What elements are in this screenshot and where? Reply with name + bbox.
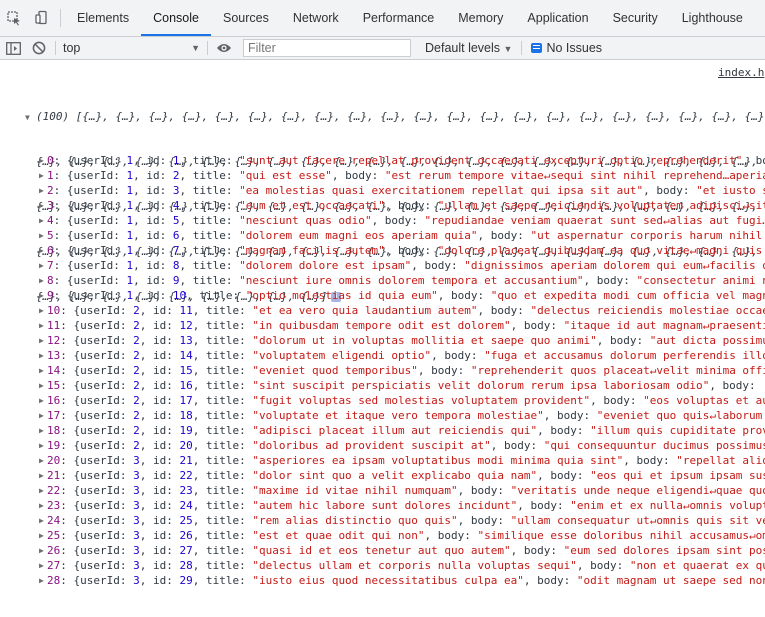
row-text: 25: {userId: 3, id: 26, title: "est et q… xyxy=(47,529,765,542)
toolbar-separator xyxy=(207,41,208,55)
row-text: 22: {userId: 3, id: 23, title: "maxime i… xyxy=(47,484,765,497)
expand-arrow-icon[interactable]: ▶ xyxy=(39,198,44,213)
expand-arrow-icon[interactable]: ▶ xyxy=(39,543,44,558)
issues-label: No Issues xyxy=(546,41,603,55)
expand-arrow-icon[interactable]: ▶ xyxy=(39,408,44,423)
expand-arrow-icon[interactable]: ▶ xyxy=(39,228,44,243)
clear-console-icon[interactable] xyxy=(26,37,52,59)
expand-arrow-icon[interactable]: ▶ xyxy=(39,363,44,378)
tab-console[interactable]: Console xyxy=(141,0,211,36)
eye-icon[interactable] xyxy=(211,37,237,59)
row-text: 5: {userId: 1, id: 6, title: "dolorem eu… xyxy=(47,229,763,242)
tab-memory[interactable]: Memory xyxy=(446,0,515,36)
console-toolbar: top ▼ Filter Default levels ▼ No Issues xyxy=(0,37,765,60)
expand-arrow-icon[interactable]: ▶ xyxy=(39,558,44,573)
chevron-down-icon: ▼ xyxy=(503,44,513,54)
tab-lighthouse[interactable]: Lighthouse xyxy=(670,0,755,36)
expand-arrow-icon[interactable]: ▶ xyxy=(39,333,44,348)
row-text: 23: {userId: 3, id: 24, title: "autem hi… xyxy=(47,499,765,512)
row-text: 27: {userId: 3, id: 28, title: "delectus… xyxy=(47,559,765,572)
row-text: 20: {userId: 3, id: 21, title: "asperior… xyxy=(47,454,765,467)
row-text: 15: {userId: 2, id: 16, title: "sint sus… xyxy=(47,379,763,392)
inspect-element-icon[interactable] xyxy=(0,0,28,36)
row-text: 3: {userId: 1, id: 4, title: "eum et est… xyxy=(47,199,765,212)
context-label: top xyxy=(63,41,81,55)
row-text: 17: {userId: 2, id: 18, title: "voluptat… xyxy=(47,409,763,422)
expand-arrow-icon[interactable]: ▶ xyxy=(39,468,44,483)
expand-arrow-icon[interactable]: ▶ xyxy=(39,168,44,183)
row-text: 16: {userId: 2, id: 17, title: "fugit vo… xyxy=(47,394,765,407)
toolbar-separator xyxy=(55,41,56,55)
row-text: 6: {userId: 1, id: 7, title: "magnam fac… xyxy=(47,244,763,257)
device-toolbar-icon[interactable] xyxy=(28,0,56,36)
expand-arrow-icon[interactable]: ▶ xyxy=(39,153,44,168)
expand-arrow-icon[interactable]: ▶ xyxy=(39,183,44,198)
row-text: 10: {userId: 2, id: 11, title: "et ea ve… xyxy=(47,304,765,317)
expand-arrow-icon[interactable]: ▶ xyxy=(39,423,44,438)
summary-line: (100) [{…}, {…}, {…}, {…}, {…}, {…}, {…}… xyxy=(36,110,765,123)
expand-arrow-icon[interactable]: ▶ xyxy=(39,453,44,468)
expand-arrow-icon[interactable]: ▶ xyxy=(39,258,44,273)
row-text: 18: {userId: 2, id: 19, title: "adipisci… xyxy=(47,424,765,437)
row-text: 7: {userId: 1, id: 8, title: "dolorem do… xyxy=(47,259,765,272)
tab-elements[interactable]: Elements xyxy=(65,0,141,36)
row-text: 24: {userId: 3, id: 25, title: "rem alia… xyxy=(47,514,765,527)
expand-arrow-icon[interactable]: ▼ xyxy=(25,110,30,125)
row-text: 9: {userId: 1, id: 10, title: "optio mol… xyxy=(47,289,765,302)
tab-network[interactable]: Network xyxy=(281,0,351,36)
row-text: 13: {userId: 2, id: 14, title: "voluptat… xyxy=(47,349,765,362)
expand-arrow-icon[interactable]: ▶ xyxy=(39,528,44,543)
expand-arrow-icon[interactable]: ▶ xyxy=(39,573,44,588)
issues-button[interactable]: No Issues xyxy=(525,41,608,55)
expand-arrow-icon[interactable]: ▶ xyxy=(39,273,44,288)
row-text: 0: {userId: 1, id: 1, title: "sunt aut f… xyxy=(47,154,765,167)
expand-arrow-icon[interactable]: ▶ xyxy=(39,498,44,513)
row-text: 1: {userId: 1, id: 2, title: "qui est es… xyxy=(47,169,765,182)
tab-sources[interactable]: Sources xyxy=(211,0,281,36)
row-text: 4: {userId: 1, id: 5, title: "nesciunt q… xyxy=(47,214,765,227)
expand-arrow-icon[interactable]: ▶ xyxy=(39,303,44,318)
row-text: 19: {userId: 2, id: 20, title: "doloribu… xyxy=(47,439,765,452)
row-text: 2: {userId: 1, id: 3, title: "ea molesti… xyxy=(47,184,765,197)
row-text: 11: {userId: 2, id: 12, title: "in quibu… xyxy=(47,319,765,332)
chevron-down-icon: ▼ xyxy=(191,43,200,53)
sidebar-toggle-icon[interactable] xyxy=(0,37,26,59)
tab-security[interactable]: Security xyxy=(601,0,670,36)
expand-arrow-icon[interactable]: ▶ xyxy=(39,213,44,228)
devtools-tabbar: Elements Console Sources Network Perform… xyxy=(0,0,765,37)
expand-arrow-icon[interactable]: ▶ xyxy=(39,378,44,393)
expand-arrow-icon[interactable]: ▶ xyxy=(39,513,44,528)
expand-arrow-icon[interactable]: ▶ xyxy=(39,393,44,408)
expand-arrow-icon[interactable]: ▶ xyxy=(39,318,44,333)
row-text: 8: {userId: 1, id: 9, title: "nesciunt i… xyxy=(47,274,765,287)
context-selector[interactable]: top ▼ xyxy=(59,41,204,55)
source-link[interactable]: index.h xyxy=(718,65,764,80)
row-text: 14: {userId: 2, id: 15, title: "eveniet … xyxy=(47,364,765,377)
expand-arrow-icon[interactable]: ▶ xyxy=(39,438,44,453)
expand-arrow-icon[interactable]: ▶ xyxy=(39,243,44,258)
toolbar-separator xyxy=(521,41,523,55)
row-text: 21: {userId: 3, id: 22, title: "dolor si… xyxy=(47,469,765,482)
issues-icon xyxy=(531,43,543,53)
row-text: 12: {userId: 2, id: 13, title: "dolorum … xyxy=(47,334,765,347)
log-levels-label: Default levels xyxy=(425,41,501,55)
row-text: 26: {userId: 3, id: 27, title: "quasi id… xyxy=(47,544,765,557)
expand-arrow-icon[interactable]: ▶ xyxy=(39,483,44,498)
console-output: index.h (100) [{…}, {…}, {…}, {…}, {…}, … xyxy=(0,60,765,617)
filter-input[interactable]: Filter xyxy=(243,39,411,57)
expand-arrow-icon[interactable]: ▶ xyxy=(39,348,44,363)
tab-separator xyxy=(60,9,61,27)
row-text: 28: {userId: 3, id: 29, title: "iusto ei… xyxy=(47,574,765,587)
log-levels-dropdown[interactable]: Default levels ▼ xyxy=(419,41,518,55)
expand-arrow-icon[interactable]: ▶ xyxy=(39,288,44,303)
tab-application[interactable]: Application xyxy=(515,0,600,36)
tab-performance[interactable]: Performance xyxy=(351,0,447,36)
